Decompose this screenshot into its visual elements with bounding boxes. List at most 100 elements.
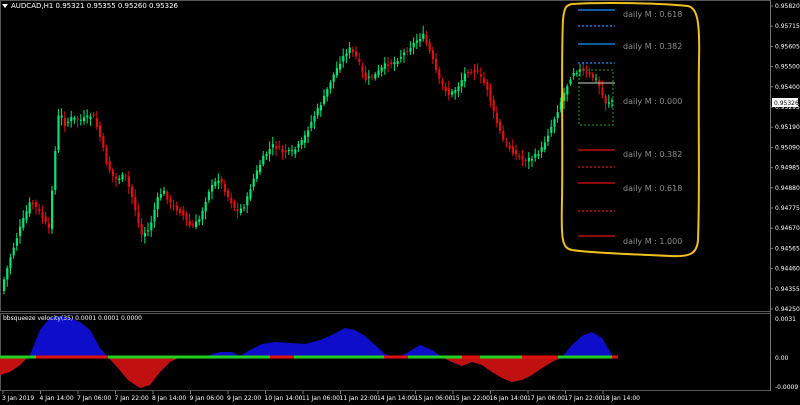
squeeze-dot bbox=[576, 355, 582, 359]
squeeze-dot bbox=[180, 355, 186, 359]
candle-body bbox=[303, 135, 306, 143]
candle-body bbox=[441, 80, 444, 85]
candle-body bbox=[108, 160, 111, 171]
candle-body bbox=[12, 247, 15, 256]
candle-body bbox=[124, 175, 127, 177]
candle-body bbox=[220, 179, 223, 183]
time-label: 7 Jan 22:00 bbox=[115, 395, 149, 402]
candle-body bbox=[291, 150, 294, 152]
candle-body bbox=[57, 115, 60, 151]
squeeze-dot bbox=[114, 355, 120, 359]
time-label: 17 Jan 06:00 bbox=[527, 395, 565, 402]
candle-body bbox=[367, 76, 370, 78]
candle-body bbox=[79, 119, 82, 121]
candle-body bbox=[182, 210, 185, 216]
candle-body bbox=[179, 209, 182, 213]
candle-body bbox=[172, 205, 175, 207]
candle-body bbox=[127, 176, 130, 187]
squeeze-dot bbox=[396, 355, 402, 359]
squeeze-dot bbox=[12, 355, 18, 359]
candle-body bbox=[67, 121, 70, 123]
candle-body bbox=[198, 219, 201, 223]
candle-body bbox=[54, 150, 57, 191]
candle-body bbox=[585, 71, 588, 73]
squeeze-dot bbox=[456, 355, 462, 359]
squeeze-dot bbox=[558, 355, 564, 359]
candle-body bbox=[159, 194, 162, 198]
candles-layer bbox=[3, 25, 614, 295]
squeeze-dot bbox=[234, 355, 240, 359]
candle-body bbox=[595, 78, 598, 80]
candle-body bbox=[211, 184, 214, 192]
candle-body bbox=[604, 96, 607, 104]
squeeze-dot bbox=[372, 355, 378, 359]
fib-level-label: daily M : 0.000 bbox=[623, 97, 682, 106]
candle-body bbox=[508, 145, 511, 149]
candle-body bbox=[358, 58, 361, 63]
candle-body bbox=[153, 209, 156, 222]
candle-body bbox=[166, 191, 169, 200]
candle-body bbox=[425, 35, 428, 44]
squeeze-dot bbox=[54, 355, 60, 359]
candle-body bbox=[28, 202, 31, 214]
candle-body bbox=[447, 88, 450, 96]
time-label: 9 Jan 22:00 bbox=[227, 395, 261, 402]
price-label: 0.94880 bbox=[775, 185, 800, 192]
squeeze-dot bbox=[144, 355, 150, 359]
squeeze-dot bbox=[612, 355, 618, 359]
squeeze-dot bbox=[132, 355, 138, 359]
candle-body bbox=[262, 155, 265, 165]
candle-body bbox=[435, 59, 438, 70]
squeeze-dot bbox=[168, 355, 174, 359]
candle-body bbox=[569, 79, 572, 84]
candle-body bbox=[271, 143, 274, 148]
time-label: 11 Jan 22:00 bbox=[340, 395, 378, 402]
candle-body bbox=[563, 92, 566, 102]
candle-body bbox=[15, 238, 18, 246]
candle-body bbox=[41, 211, 44, 219]
squeeze-dot bbox=[420, 355, 426, 359]
candle-body bbox=[275, 146, 278, 149]
indicator-scale-label: 0.00 bbox=[775, 355, 789, 362]
indicator-scale-label: -0.0009 bbox=[775, 384, 798, 391]
candle-body bbox=[63, 117, 66, 127]
candle-body bbox=[380, 67, 383, 72]
candle-body bbox=[92, 114, 95, 116]
chart-canvas[interactable]: daily M : 0.618 daily M : 0.382 daily M : … bbox=[0, 0, 800, 405]
candle-body bbox=[371, 76, 374, 78]
candle-body bbox=[147, 230, 150, 232]
candle-body bbox=[524, 160, 527, 162]
candle-body bbox=[230, 197, 233, 204]
squeeze-dot bbox=[48, 355, 54, 359]
candle-body bbox=[204, 201, 207, 212]
candle-body bbox=[607, 102, 610, 104]
candle-body bbox=[268, 149, 271, 155]
candle-body bbox=[479, 74, 482, 77]
candle-body bbox=[495, 112, 498, 124]
candle-body bbox=[527, 157, 530, 162]
candle-body bbox=[521, 156, 524, 160]
candle-body bbox=[3, 279, 6, 291]
squeeze-dot bbox=[84, 355, 90, 359]
candle-body bbox=[300, 140, 303, 145]
dropdown-arrow-icon[interactable] bbox=[2, 4, 8, 8]
squeeze-dot bbox=[522, 355, 528, 359]
candle-body bbox=[374, 73, 377, 79]
indicator-title: bbsqueeze velocity(35) 0.0001 0.0001 0.0… bbox=[3, 315, 142, 322]
price-label: 0.95500 bbox=[775, 64, 800, 71]
candle-body bbox=[169, 198, 172, 203]
candle-body bbox=[134, 196, 137, 211]
candle-body bbox=[121, 174, 124, 180]
squeeze-dot bbox=[60, 355, 66, 359]
candle-body bbox=[207, 191, 210, 200]
candle-body bbox=[60, 115, 63, 118]
candle-body bbox=[355, 51, 358, 57]
candle-body bbox=[140, 224, 143, 235]
candle-body bbox=[99, 125, 102, 137]
time-label: 7 Jan 06:00 bbox=[77, 395, 111, 402]
candle-body bbox=[297, 143, 300, 148]
price-label: 0.95605 bbox=[775, 43, 800, 50]
candle-body bbox=[543, 142, 546, 150]
squeeze-dot bbox=[246, 355, 252, 359]
squeeze-dot bbox=[138, 355, 144, 359]
